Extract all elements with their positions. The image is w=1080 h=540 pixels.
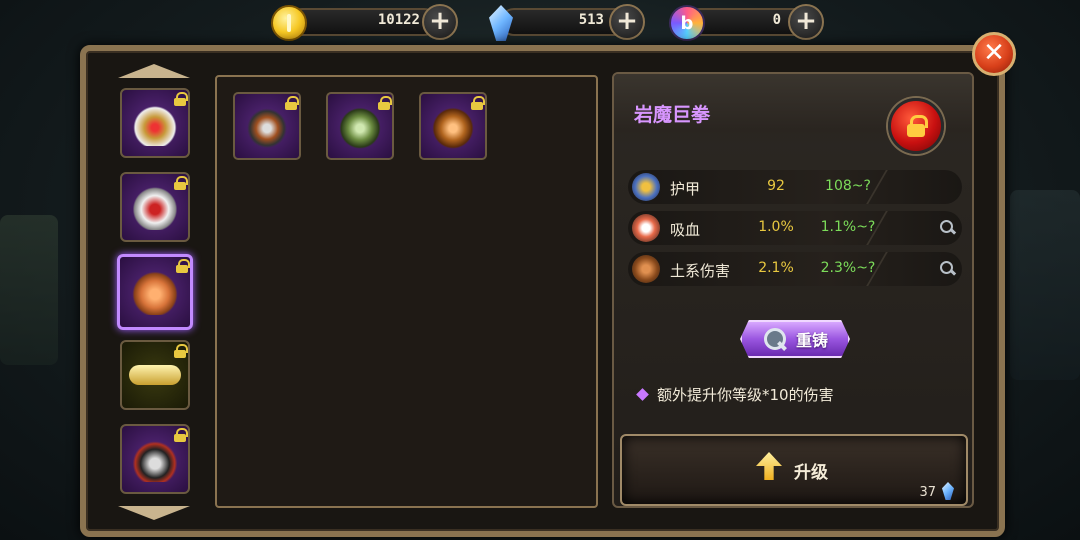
- crystal-currency: 513 +: [482, 4, 647, 41]
- upgrade-label: 升级: [794, 463, 828, 483]
- lock-icon: [378, 96, 392, 110]
- magnifier-icon[interactable]: [940, 261, 956, 277]
- upgrade-button[interactable]: 升级 37: [620, 434, 968, 506]
- arrow-up-icon: [756, 452, 782, 480]
- lock-icon: [176, 259, 190, 273]
- lock-toggle-button[interactable]: [888, 98, 944, 154]
- category-belt[interactable]: [120, 340, 190, 410]
- category-boots[interactable]: [120, 424, 190, 494]
- close-button[interactable]: ✕: [972, 32, 1016, 76]
- gold-currency: 10122 +: [270, 4, 460, 41]
- stat-next-value: 2.3%~?: [820, 260, 876, 276]
- shield-icon: [632, 173, 660, 201]
- stat-current-value: 1.0%: [758, 219, 794, 235]
- lock-icon: [907, 115, 928, 137]
- scroll-up-arrow-icon[interactable]: [110, 62, 198, 80]
- stat-label: 土系伤害: [670, 262, 731, 280]
- gauntlet-icon: [430, 103, 476, 149]
- lock-icon: [285, 96, 299, 110]
- item-name: 岩魔巨拳: [634, 104, 711, 126]
- lock-icon: [174, 176, 188, 190]
- crystal-amount: 513: [578, 12, 604, 28]
- fang-icon: [632, 214, 660, 242]
- magnifier-icon[interactable]: [940, 220, 956, 236]
- equipment-category-list: [108, 62, 200, 522]
- stat-current-value: 2.1%: [758, 260, 794, 276]
- reforge-button[interactable]: 重铸: [740, 320, 850, 358]
- upgrade-cost: 37: [919, 485, 936, 500]
- blue-crystal-icon: [482, 4, 520, 42]
- background-decoration-left: [0, 215, 58, 365]
- stat-label: 吸血: [670, 221, 701, 239]
- gauntlet-icon: [132, 269, 178, 315]
- reforge-hammer-icon: [762, 326, 788, 352]
- gem-amount: 0: [772, 12, 781, 28]
- bonus-text: 额外提升你等级*10的伤害: [657, 386, 834, 404]
- stat-current-value: 92: [767, 178, 785, 194]
- category-gauntlet[interactable]: [117, 254, 193, 330]
- reforge-label: 重铸: [795, 331, 828, 350]
- scroll-down-arrow-icon[interactable]: [110, 504, 198, 522]
- stat-row-armor: 护甲 92 108~?: [628, 170, 962, 204]
- stat-row-earth-damage: 土系伤害 2.1% 2.3%~?: [628, 252, 962, 286]
- category-helmet[interactable]: [120, 88, 190, 158]
- diamond-bullet-icon: [636, 388, 649, 401]
- item-slot-2[interactable]: [326, 92, 394, 160]
- armor-icon: [132, 184, 178, 230]
- lock-icon: [174, 92, 188, 106]
- stat-row-lifesteal: 吸血 1.0% 1.1%~?: [628, 211, 962, 245]
- lock-icon: [471, 96, 485, 110]
- gold-amount: 10122: [377, 12, 420, 28]
- background-decoration-right: [1010, 190, 1080, 380]
- boots-icon: [132, 436, 178, 482]
- gem-currency: b 0 +: [668, 4, 828, 41]
- lock-icon: [174, 344, 188, 358]
- item-detail-panel: 岩魔巨拳 护甲 92 108~? 吸血 1.0% 1.1%~? 土系伤害 2.1…: [612, 72, 974, 508]
- blue-crystal-icon: [942, 482, 954, 500]
- bonus-effect: 额外提升你等级*10的伤害: [636, 384, 834, 405]
- helmet-icon: [132, 100, 178, 146]
- lock-icon: [174, 428, 188, 442]
- gold-coin-icon: [270, 4, 308, 42]
- gauntlet-icon: [244, 103, 290, 149]
- gauntlet-icon: [337, 103, 383, 149]
- rainbow-gem-icon: b: [668, 4, 706, 42]
- item-grid: [215, 75, 598, 508]
- item-slot-1[interactable]: [233, 92, 301, 160]
- item-slot-3[interactable]: [419, 92, 487, 160]
- earth-icon: [632, 255, 660, 283]
- stat-next-value: 108~?: [825, 178, 871, 194]
- add-gem-button[interactable]: +: [788, 4, 824, 40]
- category-armor[interactable]: [120, 172, 190, 242]
- belt-icon: [129, 365, 181, 385]
- add-gold-button[interactable]: +: [422, 4, 458, 40]
- stat-label: 护甲: [670, 180, 701, 198]
- add-crystal-button[interactable]: +: [609, 4, 645, 40]
- stat-next-value: 1.1%~?: [820, 219, 876, 235]
